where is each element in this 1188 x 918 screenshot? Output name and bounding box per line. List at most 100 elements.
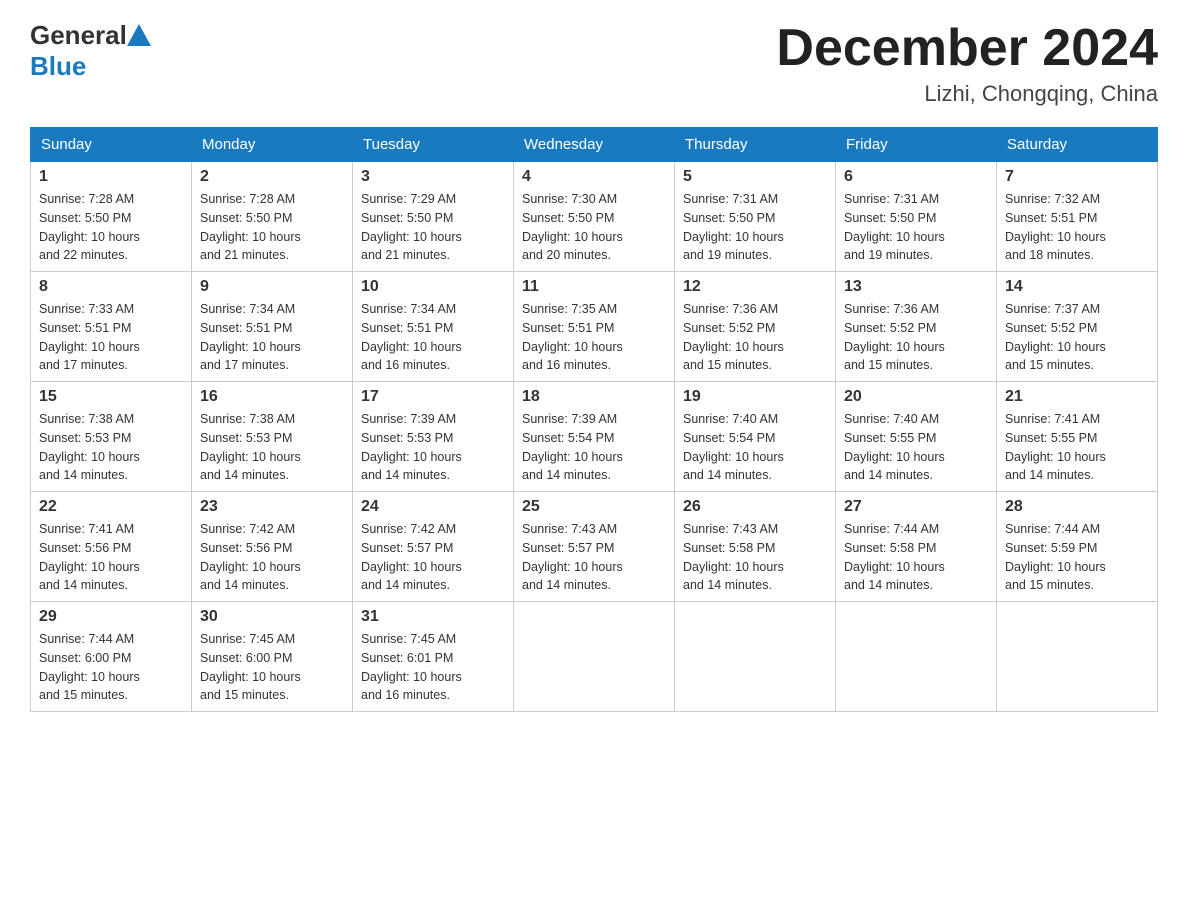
day-info: Sunrise: 7:31 AMSunset: 5:50 PMDaylight:…: [844, 190, 988, 265]
day-number: 2: [200, 168, 344, 186]
table-cell: [675, 602, 836, 712]
table-cell: 26Sunrise: 7:43 AMSunset: 5:58 PMDayligh…: [675, 492, 836, 602]
week-row-2: 8 Sunrise: 7:33 AMSunset: 5:51 PMDaylight…: [31, 272, 1158, 382]
logo-general-text: General: [30, 20, 127, 51]
day-info: Sunrise: 7:35 AMSunset: 5:51 PMDaylight:…: [522, 300, 666, 375]
logo-blue-text: Blue: [30, 51, 86, 82]
table-cell: 21Sunrise: 7:41 AMSunset: 5:55 PMDayligh…: [997, 382, 1158, 492]
table-cell: 12 Sunrise: 7:36 AMSunset: 5:52 PMDayligh…: [675, 272, 836, 382]
day-number: 20: [844, 388, 988, 406]
table-cell: [997, 602, 1158, 712]
day-info: Sunrise: 7:41 AMSunset: 5:56 PMDaylight:…: [39, 520, 183, 595]
day-info: Sunrise: 7:45 AMSunset: 6:01 PMDaylight:…: [361, 630, 505, 705]
day-info: Sunrise: 7:37 AMSunset: 5:52 PMDaylight:…: [1005, 300, 1149, 375]
table-cell: 25 Sunrise: 7:43 AMSunset: 5:57 PMDayligh…: [514, 492, 675, 602]
day-number: 1: [39, 168, 183, 186]
day-number: 12: [683, 278, 827, 296]
day-number: 14: [1005, 278, 1149, 296]
table-cell: 11 Sunrise: 7:35 AMSunset: 5:51 PMDayligh…: [514, 272, 675, 382]
day-number: 15: [39, 388, 183, 406]
week-row-5: 29Sunrise: 7:44 AMSunset: 6:00 PMDayligh…: [31, 602, 1158, 712]
header-tuesday: Tuesday: [353, 128, 514, 162]
table-cell: 2 Sunrise: 7:28 AMSunset: 5:50 PMDaylight…: [192, 162, 353, 272]
table-cell: [514, 602, 675, 712]
table-cell: 10 Sunrise: 7:34 AMSunset: 5:51 PMDayligh…: [353, 272, 514, 382]
day-info: Sunrise: 7:28 AMSunset: 5:50 PMDaylight:…: [39, 190, 183, 265]
day-number: 23: [200, 498, 344, 516]
table-cell: 30 Sunrise: 7:45 AMSunset: 6:00 PMDayligh…: [192, 602, 353, 712]
day-number: 16: [200, 388, 344, 406]
day-info: Sunrise: 7:29 AMSunset: 5:50 PMDaylight:…: [361, 190, 505, 265]
day-number: 5: [683, 168, 827, 186]
day-number: 19: [683, 388, 827, 406]
day-number: 3: [361, 168, 505, 186]
table-cell: 8 Sunrise: 7:33 AMSunset: 5:51 PMDaylight…: [31, 272, 192, 382]
table-cell: 27Sunrise: 7:44 AMSunset: 5:58 PMDayligh…: [836, 492, 997, 602]
day-info: Sunrise: 7:28 AMSunset: 5:50 PMDaylight:…: [200, 190, 344, 265]
day-number: 31: [361, 608, 505, 626]
table-cell: 18Sunrise: 7:39 AMSunset: 5:54 PMDayligh…: [514, 382, 675, 492]
table-cell: 7 Sunrise: 7:32 AMSunset: 5:51 PMDaylight…: [997, 162, 1158, 272]
table-cell: 13Sunrise: 7:36 AMSunset: 5:52 PMDayligh…: [836, 272, 997, 382]
table-cell: 14 Sunrise: 7:37 AMSunset: 5:52 PMDayligh…: [997, 272, 1158, 382]
day-number: 28: [1005, 498, 1149, 516]
table-cell: 1 Sunrise: 7:28 AMSunset: 5:50 PMDaylight…: [31, 162, 192, 272]
day-info: Sunrise: 7:32 AMSunset: 5:51 PMDaylight:…: [1005, 190, 1149, 265]
table-cell: 24 Sunrise: 7:42 AMSunset: 5:57 PMDayligh…: [353, 492, 514, 602]
table-cell: 5 Sunrise: 7:31 AMSunset: 5:50 PMDaylight…: [675, 162, 836, 272]
day-info: Sunrise: 7:42 AMSunset: 5:57 PMDaylight:…: [361, 520, 505, 595]
day-number: 6: [844, 168, 988, 186]
day-info: Sunrise: 7:45 AMSunset: 6:00 PMDaylight:…: [200, 630, 344, 705]
day-number: 7: [1005, 168, 1149, 186]
table-cell: 3 Sunrise: 7:29 AMSunset: 5:50 PMDaylight…: [353, 162, 514, 272]
table-cell: 15Sunrise: 7:38 AMSunset: 5:53 PMDayligh…: [31, 382, 192, 492]
day-info: Sunrise: 7:41 AMSunset: 5:55 PMDaylight:…: [1005, 410, 1149, 485]
day-info: Sunrise: 7:40 AMSunset: 5:55 PMDaylight:…: [844, 410, 988, 485]
logo-triangle-icon: [127, 24, 151, 46]
day-number: 25: [522, 498, 666, 516]
day-number: 29: [39, 608, 183, 626]
day-number: 4: [522, 168, 666, 186]
header-friday: Friday: [836, 128, 997, 162]
table-cell: 31 Sunrise: 7:45 AMSunset: 6:01 PMDayligh…: [353, 602, 514, 712]
day-info: Sunrise: 7:31 AMSunset: 5:50 PMDaylight:…: [683, 190, 827, 265]
table-cell: 17 Sunrise: 7:39 AMSunset: 5:53 PMDayligh…: [353, 382, 514, 492]
day-info: Sunrise: 7:36 AMSunset: 5:52 PMDaylight:…: [844, 300, 988, 375]
day-info: Sunrise: 7:39 AMSunset: 5:53 PMDaylight:…: [361, 410, 505, 485]
header-wednesday: Wednesday: [514, 128, 675, 162]
day-info: Sunrise: 7:39 AMSunset: 5:54 PMDaylight:…: [522, 410, 666, 485]
header-thursday: Thursday: [675, 128, 836, 162]
table-cell: 29Sunrise: 7:44 AMSunset: 6:00 PMDayligh…: [31, 602, 192, 712]
day-info: Sunrise: 7:38 AMSunset: 5:53 PMDaylight:…: [200, 410, 344, 485]
day-info: Sunrise: 7:44 AMSunset: 5:58 PMDaylight:…: [844, 520, 988, 595]
month-title: December 2024: [776, 20, 1158, 77]
header-saturday: Saturday: [997, 128, 1158, 162]
table-cell: 6 Sunrise: 7:31 AMSunset: 5:50 PMDaylight…: [836, 162, 997, 272]
day-info: Sunrise: 7:44 AMSunset: 5:59 PMDaylight:…: [1005, 520, 1149, 595]
week-row-4: 22Sunrise: 7:41 AMSunset: 5:56 PMDayligh…: [31, 492, 1158, 602]
table-cell: 20 Sunrise: 7:40 AMSunset: 5:55 PMDayligh…: [836, 382, 997, 492]
calendar-table: SundayMondayTuesdayWednesdayThursdayFrid…: [30, 127, 1158, 712]
day-info: Sunrise: 7:40 AMSunset: 5:54 PMDaylight:…: [683, 410, 827, 485]
table-cell: 4 Sunrise: 7:30 AMSunset: 5:50 PMDaylight…: [514, 162, 675, 272]
header-monday: Monday: [192, 128, 353, 162]
day-number: 17: [361, 388, 505, 406]
header-sunday: Sunday: [31, 128, 192, 162]
day-number: 11: [522, 278, 666, 296]
week-row-3: 15 Sunrise: 7:38 AMSunset: 5:53 PMDayligh…: [31, 382, 1158, 492]
day-info: Sunrise: 7:42 AMSunset: 5:56 PMDaylight:…: [200, 520, 344, 595]
day-info: Sunrise: 7:33 AMSunset: 5:51 PMDaylight:…: [39, 300, 183, 375]
day-number: 30: [200, 608, 344, 626]
day-number: 24: [361, 498, 505, 516]
day-number: 10: [361, 278, 505, 296]
day-info: Sunrise: 7:34 AMSunset: 5:51 PMDaylight:…: [200, 300, 344, 375]
day-info: Sunrise: 7:43 AMSunset: 5:57 PMDaylight:…: [522, 520, 666, 595]
table-cell: 9Sunrise: 7:34 AMSunset: 5:51 PMDaylight…: [192, 272, 353, 382]
table-cell: 28 Sunrise: 7:44 AMSunset: 5:59 PMDayligh…: [997, 492, 1158, 602]
table-cell: 19 Sunrise: 7:40 AMSunset: 5:54 PMDayligh…: [675, 382, 836, 492]
day-number: 8: [39, 278, 183, 296]
day-info: Sunrise: 7:36 AMSunset: 5:52 PMDaylight:…: [683, 300, 827, 375]
day-number: 26: [683, 498, 827, 516]
day-info: Sunrise: 7:34 AMSunset: 5:51 PMDaylight:…: [361, 300, 505, 375]
day-info: Sunrise: 7:30 AMSunset: 5:50 PMDaylight:…: [522, 190, 666, 265]
